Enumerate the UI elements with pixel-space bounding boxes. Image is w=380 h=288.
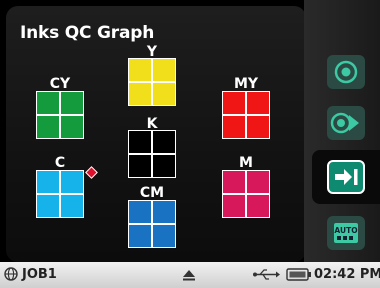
swatch-c[interactable] (36, 170, 84, 218)
swatch-quadrant (223, 171, 245, 193)
swatch-quadrant (247, 92, 269, 114)
swatch-label-cy: CY (49, 76, 71, 92)
swatch-quadrant (129, 59, 151, 81)
swatch-quadrant (37, 116, 59, 138)
swatch-quadrant (61, 116, 83, 138)
target-button[interactable] (327, 55, 365, 89)
swatch-my[interactable] (222, 91, 270, 139)
usb-icon (253, 269, 280, 280)
swatch-quadrant (247, 171, 269, 193)
swatch-quadrant (223, 116, 245, 138)
swatch-quadrant (223, 92, 245, 114)
auto-label: AUTO (334, 226, 357, 235)
swatch-quadrant (153, 201, 175, 223)
swatch-quadrant (129, 83, 151, 105)
globe-icon (4, 267, 18, 281)
swatch-k[interactable] (128, 130, 176, 178)
swatch-quadrant (129, 155, 151, 177)
next-step-button[interactable] (327, 160, 365, 194)
arrow-right-bar-icon (335, 169, 358, 185)
swatch-quadrant (61, 171, 83, 193)
swatch-m[interactable] (222, 170, 270, 218)
swatch-quadrant (61, 195, 83, 217)
swatch-label-c: C (54, 155, 66, 171)
swatch-label-y: Y (146, 44, 158, 60)
auto-grid-icon: AUTO (334, 223, 358, 243)
target-forward-button[interactable] (327, 106, 365, 140)
auto-button[interactable]: AUTO (327, 216, 365, 250)
swatch-quadrant (247, 116, 269, 138)
swatch-quadrant (153, 225, 175, 247)
swatch-quadrant (153, 131, 175, 153)
swatch-quadrant (129, 201, 151, 223)
swatch-quadrant (223, 195, 245, 217)
swatch-label-m: M (239, 155, 253, 171)
swatch-cm[interactable] (128, 200, 176, 248)
eject-icon[interactable] (181, 267, 197, 283)
swatch-y[interactable] (128, 58, 176, 106)
status-bar: JOB1 02:42 PM (0, 262, 380, 288)
swatch-label-my: MY (233, 76, 259, 92)
graph-panel: Inks QC Graph Y CY MY K C M CM (6, 6, 306, 262)
swatch-quadrant (153, 155, 175, 177)
swatch-quadrant (247, 195, 269, 217)
swatch-quadrant (153, 83, 175, 105)
swatch-quadrant (61, 92, 83, 114)
swatch-label-k: K (146, 116, 158, 132)
target-arrow-icon (330, 112, 359, 134)
clock: 02:42 PM (314, 267, 380, 282)
swatch-quadrant (37, 171, 59, 193)
swatch-label-cm: CM (139, 185, 165, 201)
selection-marker-icon (85, 166, 98, 179)
battery-icon (286, 268, 311, 281)
screen: Inks QC Graph Y CY MY K C M CM AUTO JOB1… (0, 0, 380, 288)
swatch-cy[interactable] (36, 91, 84, 139)
target-icon (334, 60, 358, 84)
page-title: Inks QC Graph (20, 23, 155, 43)
job-name: JOB1 (22, 267, 57, 282)
swatch-quadrant (129, 131, 151, 153)
swatch-quadrant (129, 225, 151, 247)
swatch-quadrant (37, 195, 59, 217)
swatch-quadrant (153, 59, 175, 81)
swatch-quadrant (37, 92, 59, 114)
